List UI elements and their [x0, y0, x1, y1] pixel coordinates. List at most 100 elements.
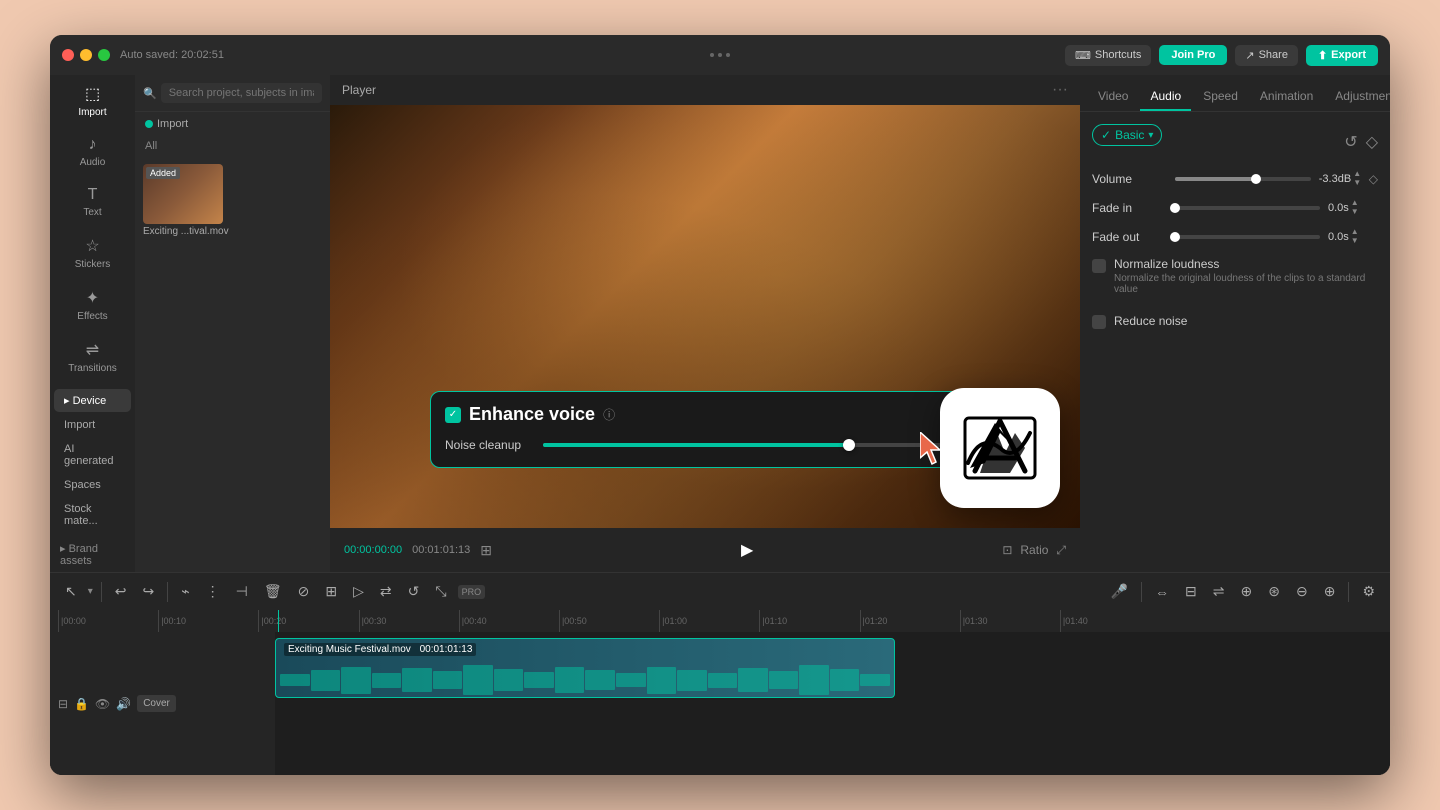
tab-video[interactable]: Video — [1088, 83, 1138, 111]
chain-button[interactable]: ⇌ — [1208, 579, 1230, 604]
plus-button[interactable]: ⊕ — [1319, 579, 1341, 604]
media-item[interactable]: Added Exciting ...tival.mov — [143, 164, 229, 237]
cover-label[interactable]: Cover — [137, 695, 176, 712]
search-icon: 🔍 — [143, 87, 157, 100]
fade-out-down[interactable]: ▼ — [1351, 237, 1359, 245]
normalize-title: Normalize loudness — [1114, 257, 1378, 271]
video-clip[interactable]: Exciting Music Festival.mov 00:01:01:13 — [275, 638, 895, 698]
guard-button[interactable]: ⊘ — [293, 579, 315, 604]
info-icon[interactable]: ⓘ — [603, 406, 615, 423]
sidebar-item-audio[interactable]: ♪ Audio — [54, 128, 131, 176]
close-button[interactable] — [62, 49, 74, 61]
undo-button[interactable]: ↩ — [110, 579, 132, 604]
fade-in-thumb[interactable] — [1170, 203, 1180, 213]
mic-button[interactable]: 🎤 — [1106, 579, 1133, 604]
ev-title-row: ✓ Enhance voice ⓘ — [445, 404, 615, 425]
flip-button[interactable]: ⇄ — [375, 579, 397, 604]
fade-out-up[interactable]: ▲ — [1351, 228, 1359, 236]
play-range-button[interactable]: ▷ — [348, 579, 369, 604]
share-button[interactable]: ↗ Share — [1235, 45, 1298, 66]
split-h-button[interactable]: ⊣ — [231, 579, 253, 604]
split-v-button[interactable]: ⋮ — [201, 579, 225, 604]
split2-button[interactable]: ⊟ — [1180, 579, 1202, 604]
sidebar-sub-device[interactable]: ▸ Device — [54, 389, 131, 412]
layer-button[interactable]: ⊛ — [1263, 579, 1285, 604]
sidebar-sub-ai[interactable]: AI generated — [54, 438, 131, 472]
fade-in-slider[interactable] — [1175, 206, 1320, 210]
volume-diamond[interactable]: ◇ — [1369, 172, 1378, 186]
diamond-button[interactable]: ◇ — [1366, 132, 1378, 152]
tab-audio[interactable]: Audio — [1140, 83, 1191, 111]
tick-20: |00:20 — [258, 610, 358, 632]
titlebar-dots — [710, 53, 730, 57]
reduce-noise-checkbox[interactable] — [1092, 315, 1106, 329]
fade-out-thumb[interactable] — [1170, 232, 1180, 242]
minus-button[interactable]: ⊖ — [1291, 579, 1313, 604]
sidebar-item-text[interactable]: T Text — [54, 178, 131, 226]
tick-0: |00:00 — [58, 610, 158, 632]
sidebar-sub-spaces[interactable]: Spaces — [54, 474, 131, 496]
player-controls: 00:00:00:00 00:01:01:13 ⊞ ▶ ⊡ Ratio ⤢ — [330, 528, 1080, 572]
player-more-icon[interactable]: ··· — [1052, 81, 1068, 99]
lock-icon[interactable]: 🔒 — [74, 697, 89, 711]
import-btn[interactable]: Import — [135, 112, 330, 136]
grid-icon[interactable]: ⊞ — [480, 542, 492, 559]
minimize-button[interactable] — [80, 49, 92, 61]
crop-icon[interactable]: ⊡ — [1002, 543, 1012, 557]
sidebar-item-import[interactable]: ⬚ Import — [54, 76, 131, 126]
pro-button[interactable]: PRO — [458, 585, 486, 599]
volume-slider[interactable] — [1175, 177, 1311, 181]
enhance-voice-checkbox[interactable]: ✓ — [445, 407, 461, 423]
volume-row: Volume -3.3dB ▲ ▼ ◇ — [1092, 170, 1378, 187]
fullscreen-icon[interactable]: ⤢ — [1056, 543, 1066, 558]
export-button[interactable]: ⬆ Export — [1306, 45, 1378, 66]
sidebar-item-transitions[interactable]: ⇌ Transitions — [54, 332, 131, 382]
sidebar-sub-import[interactable]: Import — [54, 414, 131, 436]
media-thumb[interactable]: Added — [143, 164, 223, 224]
select-dropdown[interactable]: ▾ — [88, 586, 93, 597]
delete-button[interactable]: 🗑 — [259, 579, 287, 604]
volume-thumb[interactable] — [1251, 174, 1261, 184]
fade-out-slider[interactable] — [1175, 235, 1320, 239]
play-button[interactable]: ▶ — [733, 536, 761, 564]
fade-in-up[interactable]: ▲ — [1351, 199, 1359, 207]
noise-cleanup-slider[interactable] — [543, 443, 951, 447]
volume-stepper[interactable]: ▲ ▼ — [1353, 170, 1361, 187]
tab-speed[interactable]: Speed — [1193, 83, 1248, 111]
tab-animation[interactable]: Animation — [1250, 83, 1323, 111]
basic-badge[interactable]: ✓ Basic ▾ — [1092, 124, 1162, 146]
fade-in-down[interactable]: ▼ — [1351, 208, 1359, 216]
normalize-row: Normalize loudness Normalize the origina… — [1092, 257, 1378, 295]
fade-out-stepper[interactable]: ▲ ▼ — [1351, 228, 1359, 245]
settings-button[interactable]: ⚙ — [1357, 579, 1380, 604]
normalize-checkbox[interactable] — [1092, 259, 1106, 273]
eye-icon[interactable]: 👁 — [95, 697, 110, 711]
normalize-desc: Normalize the original loudness of the c… — [1114, 273, 1378, 295]
audio-track-icon[interactable]: 🔊 — [116, 697, 131, 711]
toolbar-divider-3 — [1141, 582, 1142, 602]
select-tool[interactable]: ↖ — [60, 579, 82, 604]
sidebar-item-effects[interactable]: ✦ Effects — [54, 280, 131, 330]
timeline-main: ⊟ 🔒 👁 🔊 Cover Exciting Music Festival.mo… — [50, 632, 1390, 775]
shortcuts-button[interactable]: ⌨ Shortcuts — [1065, 45, 1151, 66]
rotate-button[interactable]: ↺ — [403, 579, 425, 604]
sidebar-sub-stock[interactable]: Stock mate... — [54, 498, 131, 532]
volume-up[interactable]: ▲ — [1353, 170, 1361, 178]
ratio-label[interactable]: Ratio — [1020, 543, 1048, 557]
redo-button[interactable]: ↪ — [138, 579, 160, 604]
search-input[interactable] — [161, 83, 322, 103]
maximize-button[interactable] — [98, 49, 110, 61]
timeline-area: |00:00 |00:10 |00:20 |00:30 |00:40 |00:5… — [50, 610, 1390, 775]
slider-thumb[interactable] — [843, 439, 855, 451]
split-button[interactable]: ⌁ — [176, 579, 194, 604]
sidebar-item-stickers[interactable]: ☆ Stickers — [54, 228, 131, 278]
mask-button[interactable]: ⊞ — [320, 579, 342, 604]
volume-down[interactable]: ▼ — [1353, 179, 1361, 187]
reset-button[interactable]: ↺ — [1344, 132, 1357, 152]
fade-in-stepper[interactable]: ▲ ▼ — [1351, 199, 1359, 216]
join-pro-button[interactable]: Join Pro — [1159, 45, 1227, 65]
resize-button[interactable]: ⤡ — [430, 579, 451, 604]
tab-adjustment[interactable]: Adjustment — [1325, 83, 1390, 111]
link-button[interactable]: ⇔ — [1150, 580, 1174, 604]
merge-button[interactable]: ⊕ — [1236, 579, 1258, 604]
